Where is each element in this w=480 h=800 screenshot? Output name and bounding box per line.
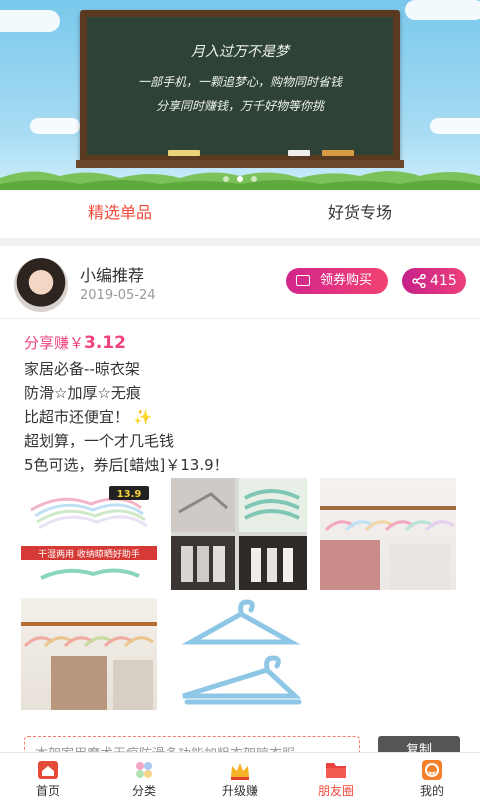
photo-caption: 干湿两用 收纳晾晒好助手 [38,548,140,560]
bottom-nav: 首页 分类 升级赚 朋友圈 我的 [0,752,480,800]
post-text-line: 防滑☆加厚☆无痕 [24,384,141,402]
product-photo-5[interactable] [171,598,307,710]
avatar[interactable] [14,258,68,312]
profile-icon [422,760,442,780]
cloud-decoration [30,118,80,134]
post-card: 小编推荐 2019-05-24 领券购买 415 分享赚￥3.12 家居必备--… [0,246,480,766]
chalkboard: 月入过万不是梦 一部手机，一颗追梦心，购物同时省钱 分享同时赚钱，万千好物等你挑 [80,10,400,162]
post-author: 小编推荐 [80,266,145,285]
nav-moments-label: 朋友圈 [317,784,354,798]
banner-line-3: 分享同时赚钱，万千好物等你挑 [155,99,324,113]
nav-category-label: 分类 [131,784,156,798]
sparkle-icon: ✨ [133,408,153,426]
chalk-white [288,150,310,156]
nav-profile[interactable]: 我的 [384,753,480,800]
carousel-dot-active[interactable] [237,176,243,182]
share-earn-amount: 3.12 [84,333,126,353]
hanger-collage-image [171,478,307,590]
nav-moments[interactable]: 朋友圈 [288,753,384,800]
nav-upgrade-earn-label: 升级赚 [221,784,258,798]
divider [0,318,480,319]
post-text-line: 比超市还便宜！ ✨ [24,406,152,427]
nav-upgrade-earn[interactable]: 升级赚 [192,753,288,800]
share-earn: 分享赚￥3.12 [24,332,126,353]
carousel-dot[interactable] [223,176,229,182]
crown-icon [231,763,249,780]
post-text-line: 5色可选，券后[蜡烛]￥13.9！ [24,456,229,474]
get-coupon-label: 领券购买 [319,273,372,288]
share-earn-label: 分享赚￥ [24,334,85,352]
chalk-yellow [168,150,200,156]
carousel-dot[interactable] [251,176,257,182]
share-button[interactable]: 415 [402,268,466,294]
folder-icon [326,763,346,778]
nav-home-label: 首页 [35,784,60,798]
nav-profile-label: 我的 [419,784,444,798]
post-text-line: 超划算，一个才几毛钱 [24,432,175,450]
share-count: 415 [430,273,457,289]
post-text-line: 家居必备--晾衣架 [24,360,140,378]
hanger-closet-image [21,622,157,710]
share-icon [412,274,426,288]
content-tabs: 精选单品 好货专场 [0,190,480,238]
hanger-rack-image [320,506,456,590]
cart-icon [296,275,310,286]
product-photo-2[interactable] [171,478,307,590]
product-photo-1[interactable]: 13.9 干湿两用 收纳晾晒好助手 [21,478,157,590]
banner-carousel[interactable]: 月入过万不是梦 一部手机，一颗追梦心，购物同时省钱 分享同时赚钱，万千好物等你挑 [0,0,480,190]
home-icon [38,761,58,779]
carousel-indicator [0,176,480,182]
banner-line-2: 一部手机，一颗追梦心，购物同时省钱 [137,75,342,89]
category-icon [136,762,152,778]
product-photo-4[interactable] [21,598,157,710]
cloud-decoration [0,10,60,32]
tab-featured-items[interactable]: 精选单品 [0,190,240,238]
hanger-image: 13.9 干湿两用 收纳晾晒好助手 [21,486,157,580]
post-date: 2019-05-24 [80,288,156,303]
nav-home[interactable]: 首页 [0,753,96,800]
cloud-decoration [405,0,480,20]
nav-category[interactable]: 分类 [96,753,192,800]
chalkboard-surface: 月入过万不是梦 一部手机，一颗追梦心，购物同时省钱 分享同时赚钱，万千好物等你挑 [87,17,393,155]
price-tag: 13.9 [117,489,142,500]
banner-line-1: 月入过万不是梦 [191,44,289,60]
post-text-line-content: 比超市还便宜！ [24,408,130,426]
blue-hanger-image [181,599,302,705]
tab-good-deals[interactable]: 好货专场 [240,190,480,238]
chalk-orange [322,150,354,156]
get-coupon-button[interactable]: 领券购买 [286,268,388,294]
cloud-decoration [430,118,480,134]
product-photo-3[interactable] [320,478,456,590]
